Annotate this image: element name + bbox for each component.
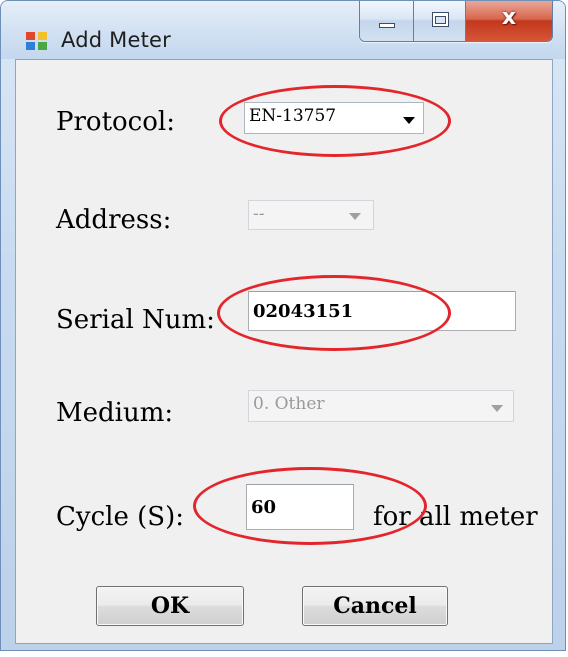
close-icon: x	[501, 5, 517, 30]
cancel-button[interactable]: Cancel	[302, 586, 448, 626]
address-selected-value: --	[253, 204, 265, 224]
chevron-down-icon	[349, 213, 361, 220]
medium-select[interactable]: 0. Other	[248, 390, 514, 422]
title-bar[interactable]: Add Meter x	[1, 1, 565, 59]
address-label: Address:	[56, 205, 172, 235]
app-window-icon	[26, 32, 47, 50]
serial-num-label: Serial Num:	[56, 305, 215, 335]
caption-buttons: x	[359, 1, 553, 42]
protocol-selected-value: EN-13757	[249, 106, 337, 126]
cycle-suffix-label: for all meter	[373, 502, 538, 532]
cycle-input[interactable]	[246, 484, 354, 530]
medium-selected-value: 0. Other	[253, 394, 325, 414]
window-title: Add Meter	[61, 28, 171, 52]
address-select[interactable]: --	[248, 200, 374, 230]
cycle-label: Cycle (S):	[56, 502, 184, 532]
protocol-select[interactable]: EN-13757	[244, 102, 424, 134]
maximize-button[interactable]	[414, 1, 466, 41]
dialog-window: Add Meter x Protocol: EN-13757 Address: …	[0, 0, 566, 651]
medium-label: Medium:	[56, 398, 174, 428]
chevron-down-icon	[403, 117, 415, 124]
minimize-button[interactable]	[360, 1, 414, 41]
chevron-down-icon	[491, 405, 503, 412]
protocol-label: Protocol:	[56, 107, 175, 137]
minimize-icon	[379, 23, 395, 28]
ok-button[interactable]: OK	[96, 586, 244, 626]
close-button[interactable]: x	[466, 1, 552, 41]
serial-num-input[interactable]	[248, 291, 516, 331]
maximize-icon	[432, 12, 449, 27]
dialog-client-area: Protocol: EN-13757 Address: -- Serial Nu…	[15, 59, 553, 644]
